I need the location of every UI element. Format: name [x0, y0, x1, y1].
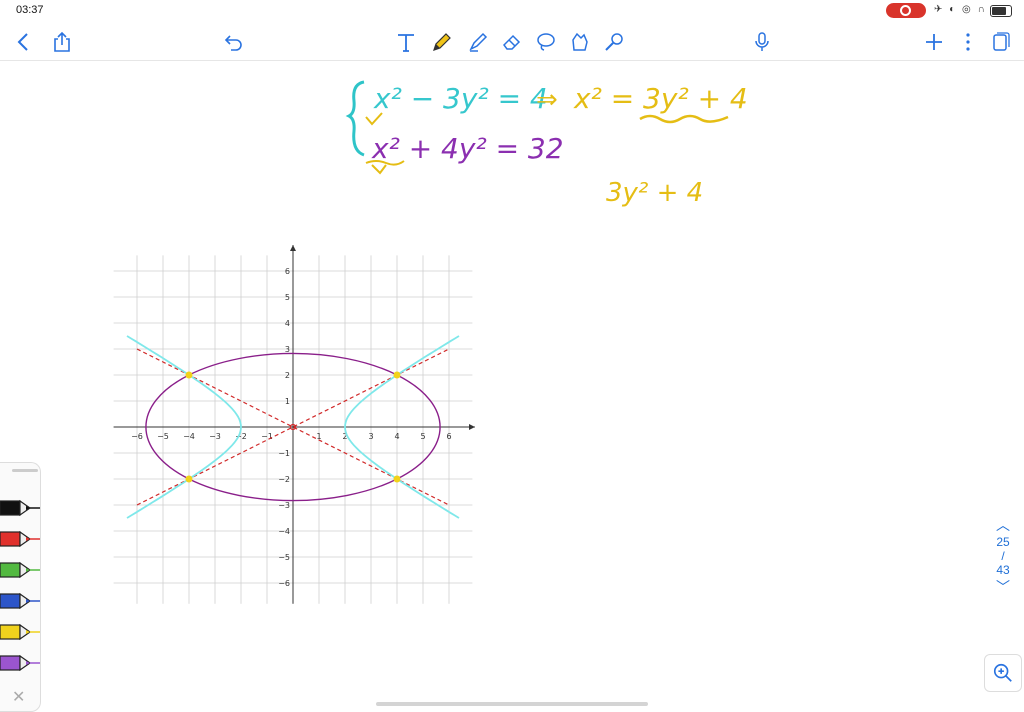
conic-graph: −6 −5 −4 −3 −2 −1 1 2 3 4 5 6−6−5−4−3−2−1123456 [113, 245, 475, 604]
current-page: 25 [996, 535, 1010, 549]
pages-icon[interactable] [986, 28, 1014, 56]
pen-swatch[interactable] [0, 590, 40, 612]
close-palette-icon[interactable]: ✕ [12, 687, 25, 707]
equation-1: x² − 3y² = 4 [373, 82, 548, 115]
y-axis-arrow [290, 245, 296, 251]
x-tick-label: −4 [183, 432, 195, 441]
pen-swatch[interactable] [0, 528, 40, 550]
pen-swatch[interactable] [0, 621, 40, 643]
pen-tool-icon[interactable] [428, 28, 456, 56]
screen-recording-indicator [886, 3, 926, 18]
graph-image[interactable]: −6 −5 −4 −3 −2 −1 1 2 3 4 5 6 −6 −5 −4 −3 −2 −1 1 2 3 4 5 6 [108, 240, 480, 608]
y-tick-label: 1 [285, 397, 290, 406]
x-tick-label: 6 [446, 432, 451, 441]
x-tick-label: −1 [261, 432, 273, 441]
y-tick-label: 5 [285, 293, 290, 302]
y-tick-label: 4 [285, 319, 290, 328]
system-brace [345, 80, 365, 157]
y-tick-label: −4 [278, 527, 290, 536]
image-tool-icon[interactable] [566, 28, 594, 56]
lasso-tool-icon[interactable] [532, 28, 560, 56]
battery-icon [990, 5, 1012, 17]
y-tick-label: 2 [285, 371, 290, 380]
underline-squiggle-1 [639, 114, 729, 124]
intersection-point [185, 371, 193, 379]
undo-icon[interactable] [220, 28, 248, 56]
laser-pointer-tool-icon[interactable] [600, 28, 628, 56]
clock: 03:37 [16, 4, 44, 16]
next-page-icon[interactable]: ﹀ [986, 577, 1020, 597]
eraser-tool-icon[interactable] [498, 28, 526, 56]
page-separator: / [1001, 549, 1005, 563]
page-navigator: ︿ 25 / 43 ﹀ [986, 515, 1020, 597]
total-pages: 43 [996, 563, 1010, 577]
more-icon[interactable] [954, 28, 982, 56]
y-tick-label: −5 [278, 553, 290, 562]
x-tick-label: 3 [368, 432, 373, 441]
y-tick-label: −1 [278, 449, 290, 458]
implies-arrow: ⇒ [536, 85, 558, 115]
pen-swatch[interactable] [0, 652, 40, 674]
equation-1-rewritten: x² = 3y² + 4 [573, 82, 748, 115]
zoom-button[interactable] [984, 654, 1022, 692]
add-icon[interactable] [920, 28, 948, 56]
equation-2: x² + 4y² = 32 [371, 132, 564, 165]
x-tick-label: −6 [131, 432, 143, 441]
palette-handle[interactable] [12, 469, 38, 472]
pen-palette: ✕ [0, 462, 41, 712]
status-icons: ✈ ◐ ◎ ∩ [934, 4, 987, 15]
y-tick-label: −6 [278, 579, 290, 588]
text-tool-icon[interactable] [392, 28, 420, 56]
previous-page-icon[interactable]: ︿ [986, 515, 1020, 535]
top-toolbar [0, 22, 1024, 61]
home-indicator [376, 702, 648, 706]
back-icon[interactable] [10, 28, 38, 56]
y-tick-label: −2 [278, 475, 290, 484]
x-tick-label: 5 [420, 432, 425, 441]
pen-swatch[interactable] [0, 559, 40, 581]
side-note: 3y² + 4 [606, 178, 703, 208]
x-axis-arrow [469, 424, 475, 430]
y-tick-label: −3 [278, 501, 290, 510]
intersection-point [393, 475, 401, 483]
microphone-icon[interactable] [748, 28, 776, 56]
intersection-point [393, 371, 401, 379]
x-tick-label: 4 [394, 432, 399, 441]
intersection-point [185, 475, 193, 483]
status-bar: 03:37 ✈ ◐ ◎ ∩ [0, 0, 1024, 20]
x-tick-label: −3 [209, 432, 221, 441]
x-tick-label: −5 [157, 432, 169, 441]
pen-swatch[interactable] [0, 497, 40, 519]
y-tick-label: 3 [285, 345, 290, 354]
share-icon[interactable] [48, 28, 76, 56]
y-tick-label: 6 [285, 267, 290, 276]
highlighter-tool-icon[interactable] [464, 28, 492, 56]
zoom-in-icon [993, 663, 1012, 682]
